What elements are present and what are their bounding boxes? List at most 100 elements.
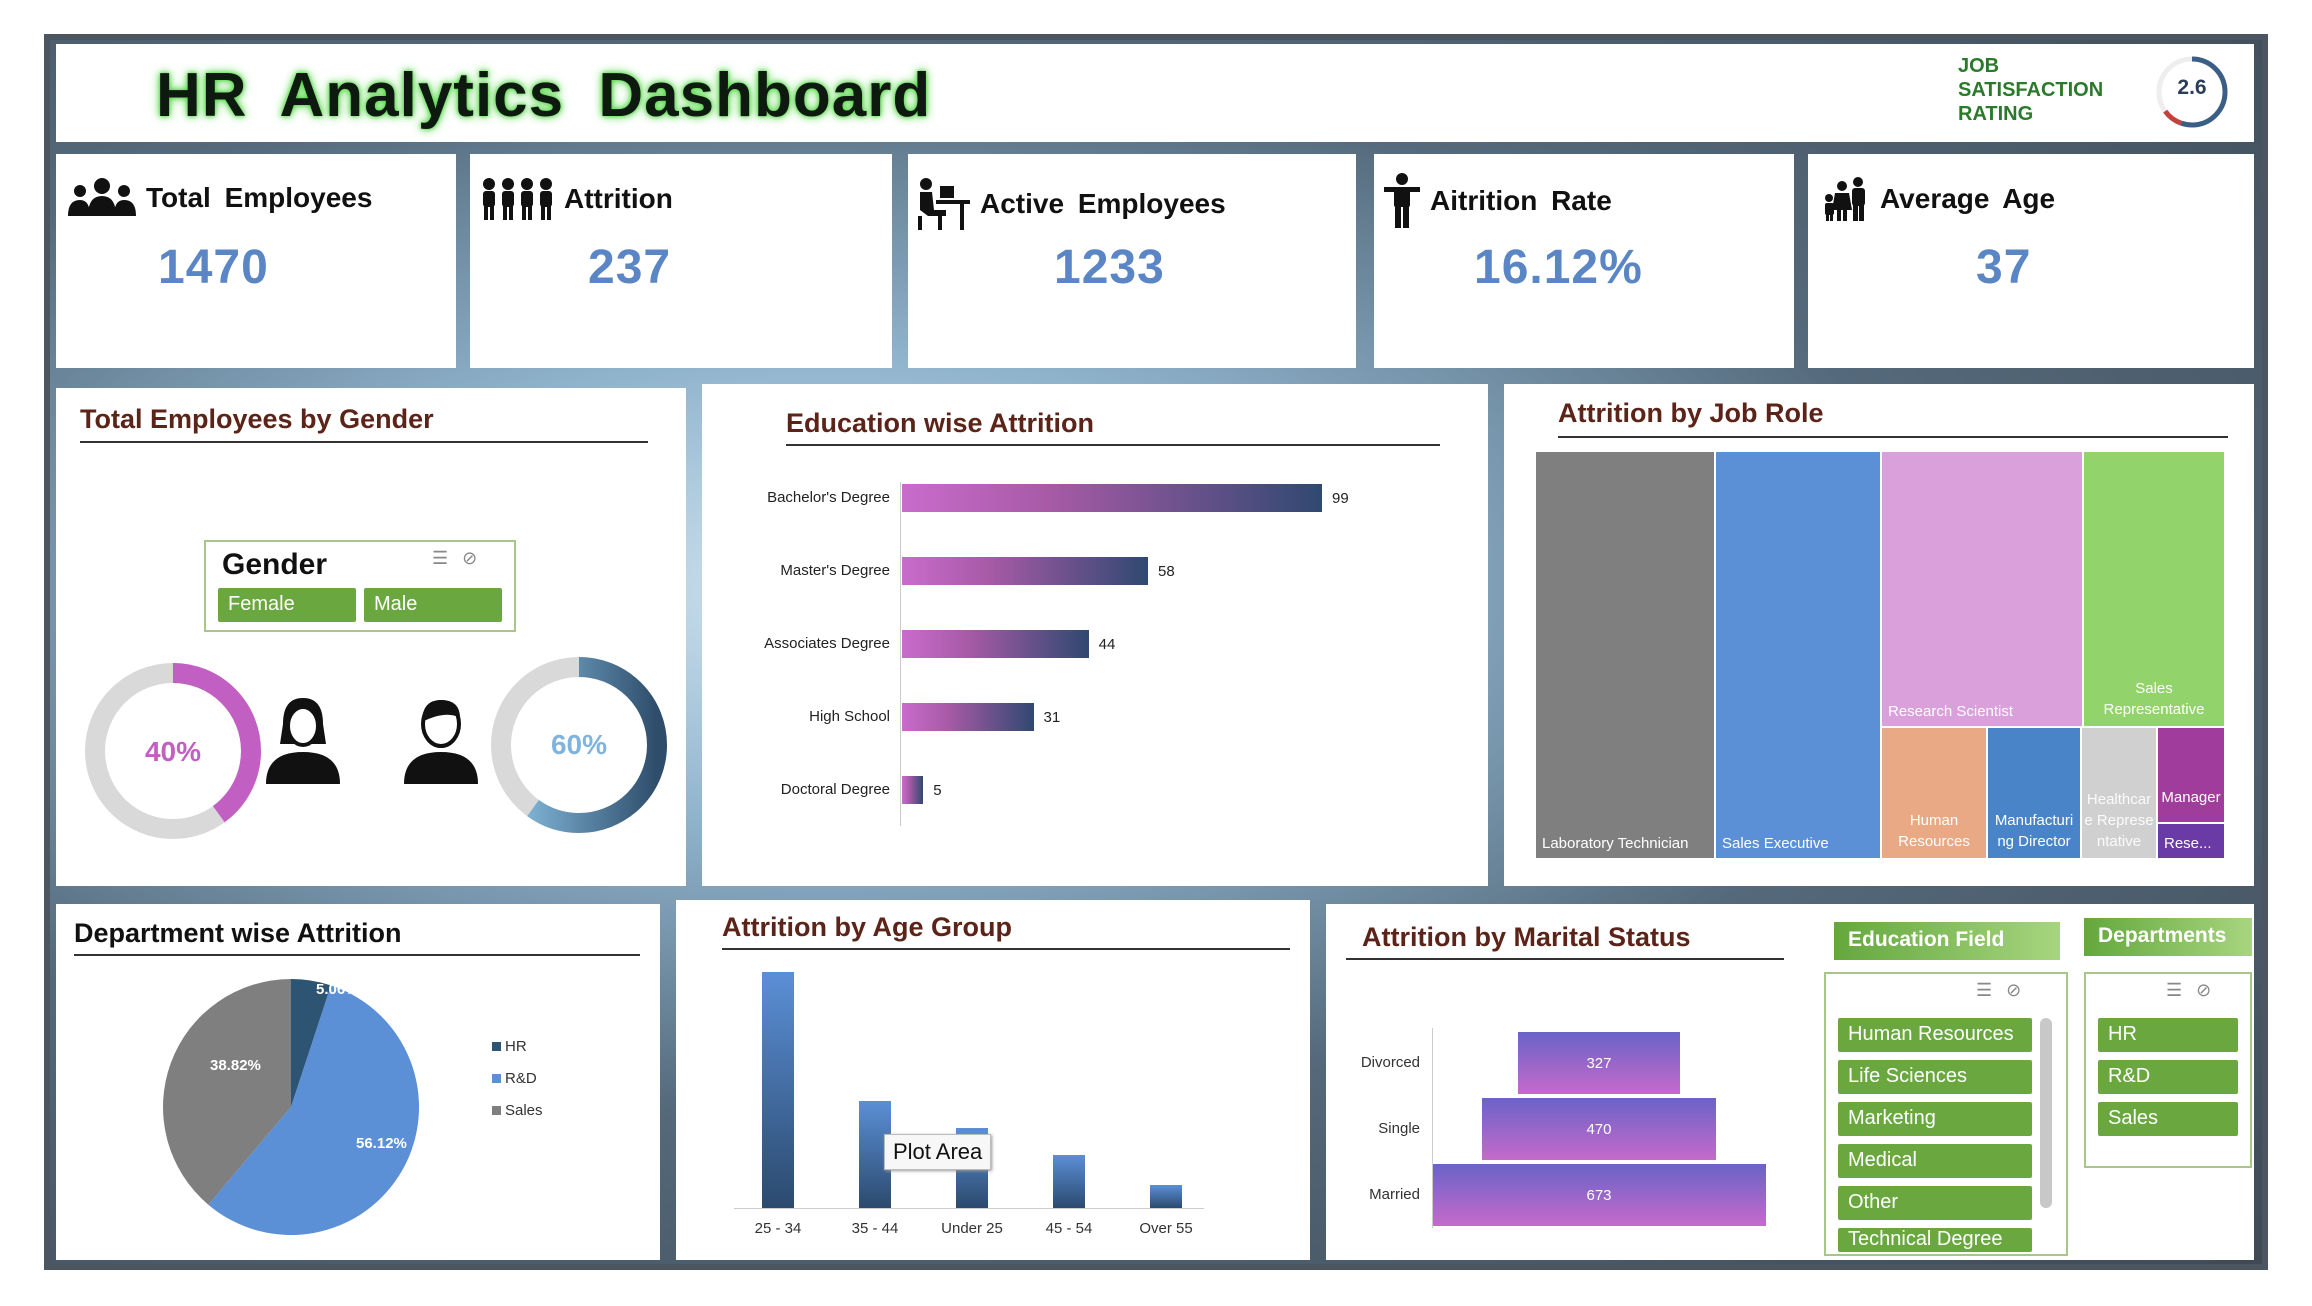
treemap-label: Laboratory Technician bbox=[1542, 835, 1689, 852]
education-bar[interactable] bbox=[902, 630, 1089, 658]
age-tick-label: 45 - 54 bbox=[1045, 1220, 1093, 1237]
kpi-total-employees-value: 1470 bbox=[158, 241, 269, 294]
treemap-tile-human-resources[interactable]: Human Resources bbox=[1882, 728, 1986, 858]
plot-area-tooltip: Plot Area bbox=[884, 1134, 992, 1170]
clear-filter-icon[interactable]: ⊘ bbox=[2196, 980, 2225, 1000]
kpi-total-employees-header: Total Employees bbox=[66, 176, 372, 220]
treemap-label: Rese... bbox=[2164, 835, 2212, 852]
male-donut: 60% bbox=[491, 657, 667, 833]
kpi-total-employees-label: Total Employees bbox=[146, 182, 373, 213]
education-field-option[interactable]: Other bbox=[1838, 1186, 2032, 1220]
clear-filter-icon[interactable]: ⊘ bbox=[462, 548, 491, 568]
treemap-tile-laboratory-technician[interactable]: Laboratory Technician bbox=[1536, 452, 1714, 858]
bar-value-label: 58 bbox=[1158, 563, 1175, 580]
education-bar[interactable] bbox=[902, 703, 1034, 731]
bar-value-label: 5 bbox=[933, 782, 942, 799]
department-option[interactable]: HR bbox=[2098, 1018, 2238, 1052]
job-role-panel: Attrition by Job Role Laboratory Technic… bbox=[1504, 384, 2254, 886]
legend-label: R&D bbox=[505, 1070, 537, 1087]
multi-select-icon[interactable]: ☰ bbox=[1976, 980, 2006, 1000]
job-satisfaction-label: JOB SATISFACTION RATING bbox=[1958, 55, 2104, 125]
bar-category-label: Doctoral Degree bbox=[780, 781, 890, 798]
kpi-active-employees-header: Active Employees bbox=[912, 176, 1226, 232]
treemap-label: Sales Executive bbox=[1722, 835, 1829, 852]
treemap-tile-manufacturing-director[interactable]: Manufacturing Director bbox=[1988, 728, 2080, 858]
title-bar: HR Analytics Dashboard JOB SATISFACTION … bbox=[56, 44, 2254, 142]
slicer-tools: ☰⊘ bbox=[2166, 980, 2225, 1001]
marital-bar[interactable]: 673 bbox=[1432, 1164, 1766, 1226]
education-field-option[interactable]: Marketing bbox=[1838, 1102, 2032, 1136]
education-field-option[interactable]: Technical Degree bbox=[1838, 1228, 2032, 1252]
kpi-attrition-rate: Aitrition Rate 16.12% bbox=[1374, 154, 1794, 368]
departments-slicer-title: Departments bbox=[2084, 918, 2252, 956]
kpi-average-age-label: Average Age bbox=[1880, 183, 2056, 214]
gender-slicer-title: Gender bbox=[222, 548, 328, 581]
education-bar[interactable] bbox=[902, 776, 924, 804]
age-bar[interactable] bbox=[1150, 1184, 1182, 1208]
job-satisfaction-value: 2.6 bbox=[2177, 76, 2207, 99]
treemap-tile-healthcare-representative[interactable]: Healthcare Representative bbox=[2082, 728, 2156, 858]
multi-select-icon[interactable]: ☰ bbox=[432, 548, 462, 568]
group-icon bbox=[68, 178, 136, 216]
education-bar[interactable] bbox=[902, 557, 1149, 585]
marital-bar[interactable]: 327 bbox=[1517, 1032, 1681, 1094]
gender-option-female[interactable]: Female bbox=[218, 588, 356, 622]
education-axis-line bbox=[900, 482, 901, 826]
education-field-option[interactable]: Medical bbox=[1838, 1144, 2032, 1178]
age-tick-label: 35 - 44 bbox=[851, 1220, 899, 1237]
marital-funnel-chart: 327 Divorced 470 Single 673 Married bbox=[1326, 904, 1814, 1260]
treemap-label: Manufacturing Director bbox=[1994, 812, 2074, 850]
education-field-slicer: ☰⊘ Human Resources Life Sciences Marketi… bbox=[1824, 972, 2068, 1256]
job-role-title-underline bbox=[1558, 436, 2228, 438]
department-panel: Department wise Attrition 5.06% 56.12% 38.… bbox=[56, 904, 660, 1260]
gender-option-male[interactable]: Male bbox=[364, 588, 502, 622]
dashboard-title: HR Analytics Dashboard bbox=[156, 61, 932, 130]
age-bar[interactable] bbox=[1053, 1155, 1085, 1208]
slicer-scrollbar[interactable] bbox=[2040, 1018, 2052, 1208]
department-option[interactable]: Sales bbox=[2098, 1102, 2238, 1136]
age-tick-label: Over 55 bbox=[1139, 1220, 1193, 1237]
treemap-tile-research-director[interactable]: Rese... bbox=[2158, 824, 2224, 858]
desk-worker-icon bbox=[918, 178, 970, 230]
department-title-underline bbox=[74, 954, 640, 956]
kpi-average-age: Average Age 37 bbox=[1808, 154, 2254, 368]
kpi-active-employees: Active Employees 1233 bbox=[908, 154, 1356, 368]
bar-value-label: 99 bbox=[1332, 490, 1349, 507]
kpi-average-age-header: Average Age bbox=[1824, 176, 2055, 222]
department-section-title: Department wise Attrition bbox=[74, 918, 402, 948]
treemap-label: Human Resources bbox=[1898, 812, 1970, 850]
treemap-label: Healthcare Representative bbox=[2084, 791, 2154, 850]
marital-category-label: Divorced bbox=[1360, 1054, 1420, 1071]
education-field-option[interactable]: Life Sciences bbox=[1838, 1060, 2032, 1094]
treemap-tile-sales-executive[interactable]: Sales Executive bbox=[1716, 452, 1880, 858]
marital-bar[interactable]: 470 bbox=[1482, 1098, 1716, 1160]
legend-label: HR bbox=[505, 1038, 527, 1055]
clear-filter-icon[interactable]: ⊘ bbox=[2006, 980, 2035, 1000]
male-percent: 60% bbox=[551, 729, 607, 760]
age-tick-label: Under 25 bbox=[941, 1220, 1003, 1237]
marital-axis-line bbox=[1432, 1028, 1433, 1228]
treemap-tile-sales-representative[interactable]: Sales Representative bbox=[2084, 452, 2224, 726]
pie-data-label: 56.12% bbox=[356, 1135, 407, 1152]
slicer-tools: ☰⊘ bbox=[1976, 980, 2035, 1001]
legend-swatch bbox=[492, 1074, 501, 1083]
kpi-attrition-header: Attrition bbox=[480, 176, 673, 222]
job-role-section-title: Attrition by Job Role bbox=[1558, 398, 1824, 428]
age-bar[interactable] bbox=[762, 972, 794, 1208]
multi-select-icon[interactable]: ☰ bbox=[2166, 980, 2196, 1000]
education-bar[interactable] bbox=[902, 484, 1322, 512]
legend-sales: Sales bbox=[492, 1102, 543, 1119]
department-pie-chart: 5.06% 56.12% 38.82% bbox=[163, 979, 419, 1235]
gender-title-underline bbox=[80, 441, 648, 443]
male-avatar-icon bbox=[404, 700, 478, 784]
bar-category-label: Associates Degree bbox=[764, 635, 890, 652]
treemap-tile-manager[interactable]: Manager bbox=[2158, 728, 2224, 822]
person-icon bbox=[1384, 173, 1420, 228]
bar-category-label: Bachelor's Degree bbox=[767, 489, 890, 506]
treemap-tile-research-scientist[interactable]: Research Scientist bbox=[1882, 452, 2082, 726]
education-field-option[interactable]: Human Resources bbox=[1838, 1018, 2032, 1052]
kpi-attrition-rate-label: Aitrition Rate bbox=[1430, 185, 1612, 216]
family-icon bbox=[1825, 177, 1865, 221]
department-option[interactable]: R&D bbox=[2098, 1060, 2238, 1094]
kpi-attrition-rate-header: Aitrition Rate bbox=[1382, 172, 1612, 230]
